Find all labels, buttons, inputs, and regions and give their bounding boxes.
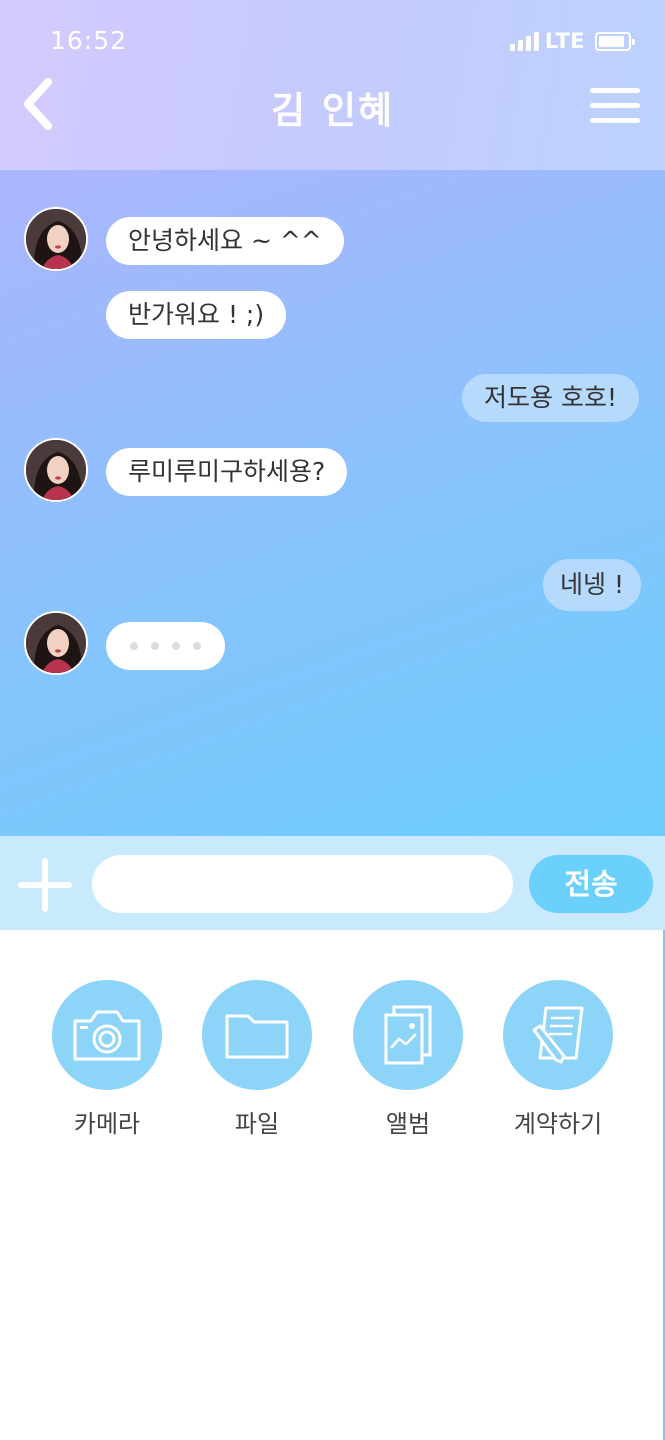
typing-indicator [106,622,225,670]
status-indicators: LTE [509,29,635,53]
attach-label: 앨범 [385,1110,431,1138]
battery-icon [595,31,635,51]
attach-label: 계약하기 [513,1110,603,1138]
avatar[interactable] [24,438,88,502]
contract-icon [532,1006,584,1064]
attach-camera-button[interactable]: 카메라 [32,980,182,1139]
message-bubble-sent: 네넹 ! [543,559,641,611]
hamburger-menu-icon [590,88,640,93]
menu-button[interactable] [590,88,640,126]
message-input-bar: 전송 [0,836,665,930]
attach-panel: 카메라 파일 앨범 계약하기 [0,930,665,1440]
message-bubble: 안녕하세요 ~ ^^ [106,217,344,265]
chat-title: 김 인혜 [270,89,394,132]
attach-contract-button[interactable]: 계약하기 [483,980,633,1139]
message-bubble: 반가워요 ! ;) [106,291,287,339]
avatar[interactable] [24,611,88,675]
signal-icon [509,31,539,51]
attach-label: 파일 [234,1110,280,1138]
message-input[interactable] [92,855,513,913]
avatar[interactable] [24,207,88,271]
album-icon [384,1005,432,1065]
plus-button[interactable] [18,858,72,912]
send-button[interactable]: 전송 [529,855,653,913]
attach-album-button[interactable]: 앨범 [333,980,483,1139]
attach-label: 카메라 [73,1110,141,1138]
camera-icon [73,1010,141,1061]
attach-file-button[interactable]: 파일 [182,980,332,1139]
message-bubble: 루미루미구하세용? [106,448,348,496]
network-label: LTE [544,29,585,53]
chat-screen: 16:52 LTE 김 인혜 안녕하세요 ~ ^^ 반가워요 ! ;) 저도용 … [0,0,665,1440]
status-time: 16:52 [50,26,128,55]
folder-icon [225,1014,289,1059]
message-bubble-sent: 저도용 호호! [462,374,639,422]
